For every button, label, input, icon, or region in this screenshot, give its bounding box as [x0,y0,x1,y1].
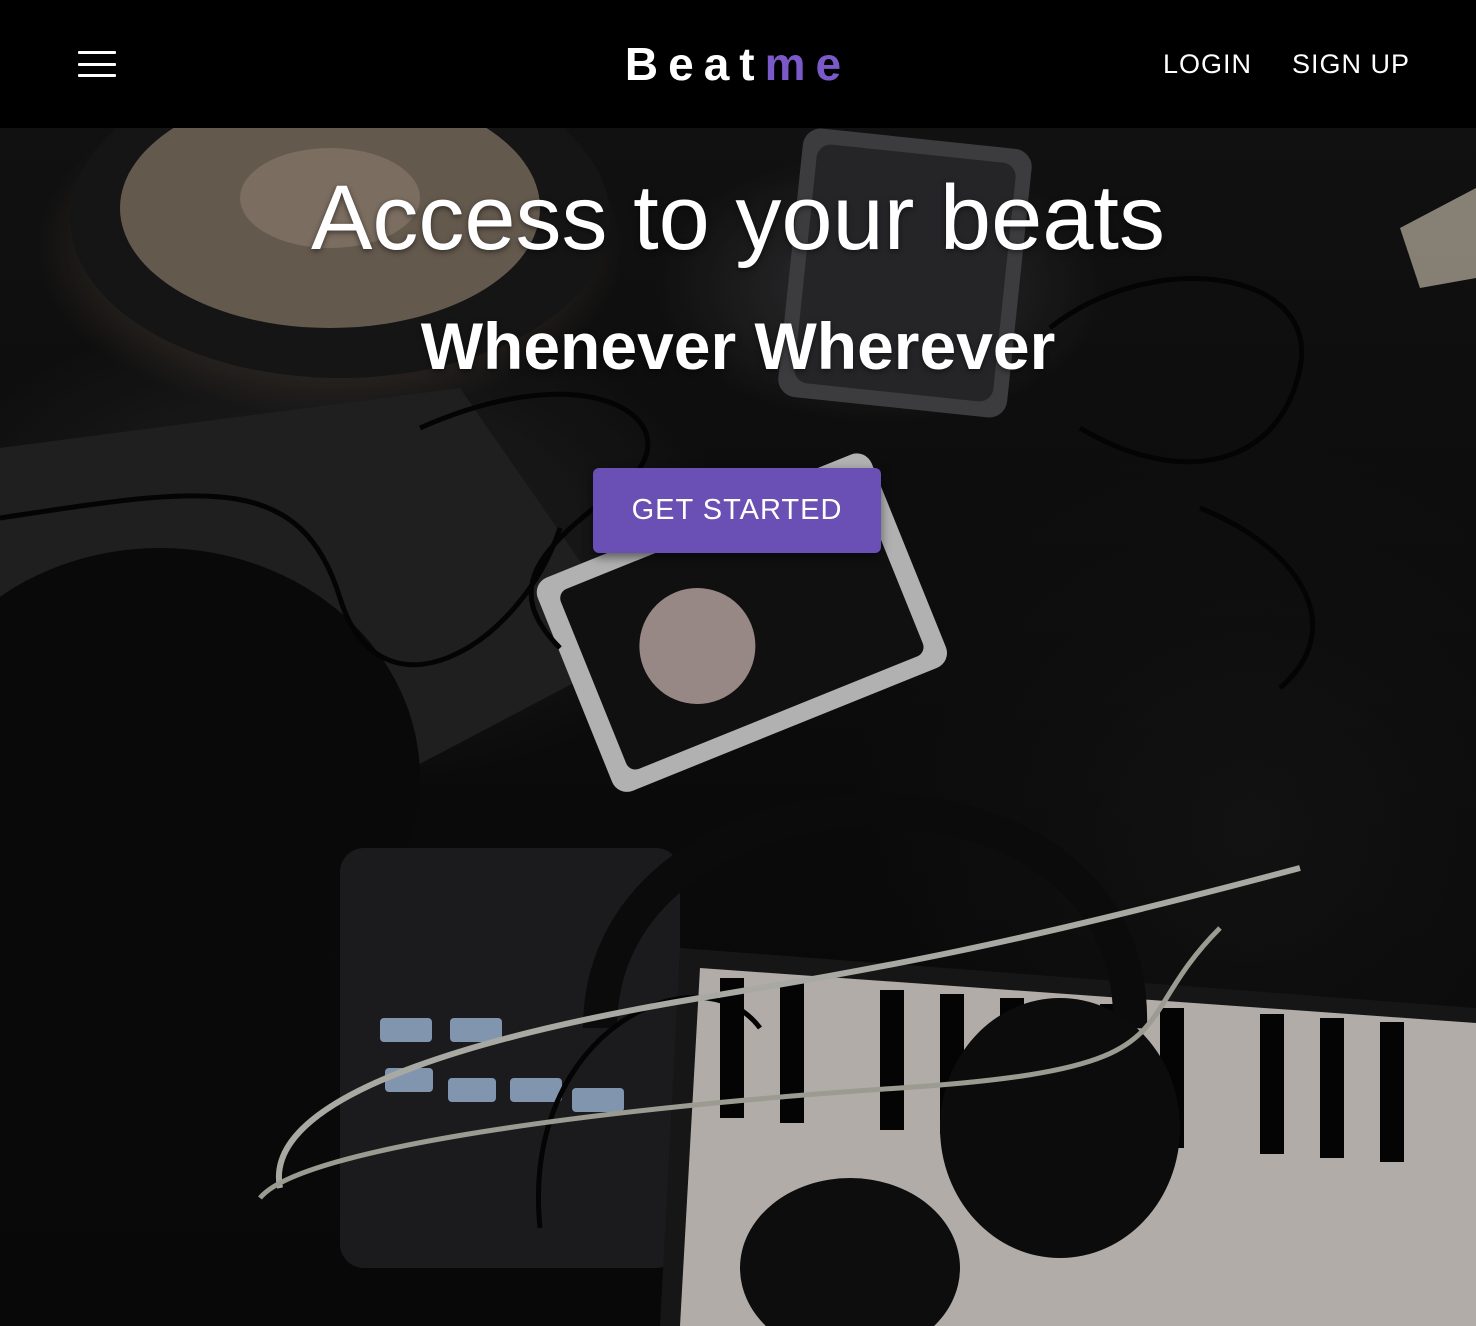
hero-headline: Access to your beats [311,167,1165,269]
auth-links: LOGIN SIGN UP [1163,48,1410,80]
signup-link[interactable]: SIGN UP [1292,48,1410,80]
brand-logo[interactable]: Beatme [625,38,851,90]
get-started-button[interactable]: GET STARTED [593,468,881,553]
top-app-bar: Beatme LOGIN SIGN UP [0,0,1476,128]
brand-accent: me [764,38,852,90]
login-link[interactable]: LOGIN [1163,48,1252,80]
brand-main: Beat [624,38,765,90]
hero-section: Access to your beats Whenever Wherever G… [0,128,1476,1326]
hero-subheadline: Whenever Wherever [420,309,1056,383]
hamburger-menu-icon[interactable] [78,51,116,77]
